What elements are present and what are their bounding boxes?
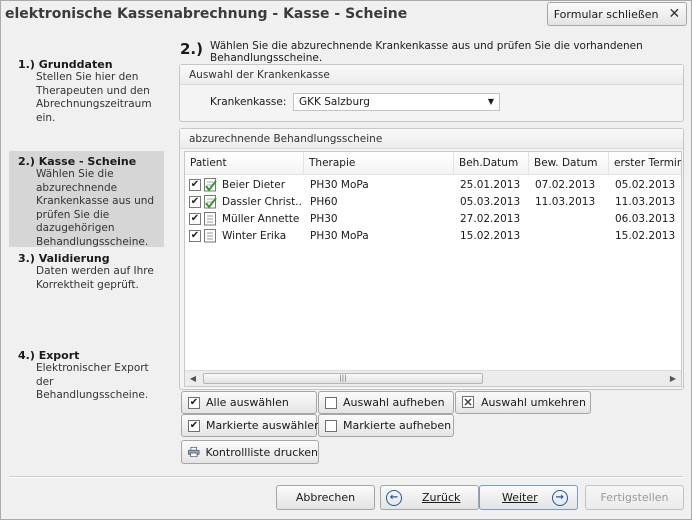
step-title: 2.) Kasse - Scheine — [18, 155, 137, 168]
scroll-left-arrow-icon[interactable]: ◀ — [185, 371, 201, 386]
close-form-label: Formular schließen — [553, 7, 659, 21]
select-marked-label: Markierte auswählen — [206, 419, 321, 432]
close-form-button[interactable]: Formular schließen ✕ — [547, 2, 687, 26]
cell-erster-termin: 05.02.2013 — [615, 179, 676, 191]
next-label: Weiter — [502, 491, 538, 504]
footer-separator — [9, 476, 683, 478]
row-checkbox[interactable]: ✔ — [189, 179, 201, 191]
step-instruction: Wählen Sie die abzurechnende Krankenkass… — [210, 40, 643, 64]
kasse-label: Krankenkasse: — [210, 96, 287, 108]
print-checklist-label: Kontrollliste drucken — [205, 445, 318, 459]
step-desc: Daten werden auf Ihre Korrektheit geprüf… — [36, 265, 154, 291]
current-step-number: 2.) — [180, 40, 203, 58]
kasse-select-value: GKK Salzburg — [299, 96, 370, 108]
printer-icon — [188, 446, 200, 458]
checkbox-checked-icon: ✔ — [188, 396, 200, 409]
column-header-patient[interactable]: Patient — [185, 152, 304, 175]
checkbox-checked-icon: ✔ — [188, 419, 200, 432]
checkbox-empty-icon — [325, 396, 337, 409]
scrollbar-thumb[interactable]: ||| — [203, 373, 483, 384]
select-all-button[interactable]: ✔ Alle auswählen — [181, 391, 317, 414]
kasse-select[interactable]: GKK Salzburg ▼ — [293, 93, 500, 111]
close-icon: ✕ — [668, 6, 681, 22]
scheine-grid: Patient Therapie Beh.Datum Bew. Datum er… — [184, 151, 682, 387]
cell-therapie: PH30 — [310, 213, 338, 225]
approved-document-icon — [204, 195, 217, 209]
cancel-label: Abbrechen — [295, 491, 356, 504]
step-validierung[interactable]: 3.) Validierung Daten werden auf Ihre Ko… — [9, 248, 164, 296]
column-header-erster-termin[interactable]: erster Termin — [609, 152, 681, 175]
finish-label: Fertigstellen — [600, 491, 669, 504]
step-title: 1.) Grunddaten — [18, 58, 113, 71]
step-desc: Elektronischer Export der Behandlungssch… — [36, 362, 149, 401]
invert-selection-icon — [462, 396, 474, 408]
kasse-group-title: Auswahl der Krankenkasse — [180, 65, 683, 85]
table-row[interactable]: ✔ Beier Dieter PH30 MoPa 25.01.2013 07.0… — [185, 177, 681, 194]
cell-patient: Dassler Christ... — [222, 196, 302, 208]
row-checkbox[interactable]: ✔ — [189, 230, 201, 242]
wizard-steps: 1.) Grunddaten Stellen Sie hier den Ther… — [9, 38, 172, 463]
select-marked-button[interactable]: ✔ Markierte auswählen — [181, 414, 321, 437]
table-row[interactable]: ✔ Müller Annette PH30 27.02.2013 06.03.2… — [185, 211, 681, 228]
row-checkbox[interactable]: ✔ — [189, 196, 201, 208]
step-desc: Wählen Sie die abzurechnende Krankenkass… — [36, 168, 155, 248]
print-checklist-button[interactable]: Kontrollliste drucken — [181, 440, 319, 464]
document-icon — [204, 229, 216, 243]
cell-beh-datum: 05.03.2013 — [460, 196, 521, 208]
arrow-right-icon: → — [551, 489, 568, 506]
cell-beh-datum: 27.02.2013 — [460, 213, 521, 225]
cell-erster-termin: 11.03.2013 — [615, 196, 676, 208]
cell-patient: Müller Annette — [222, 213, 300, 225]
cell-therapie: PH30 MoPa — [310, 179, 369, 191]
arrow-left-icon: ← — [386, 489, 402, 506]
cell-therapie: PH30 MoPa — [310, 230, 369, 242]
deselect-label: Auswahl aufheben — [343, 396, 445, 409]
horizontal-scrollbar[interactable]: ◀ ||| ▶ — [185, 370, 681, 386]
cell-beh-datum: 15.02.2013 — [460, 230, 521, 242]
window-title: elektronische Kassenabrechnung - Kasse -… — [5, 6, 408, 22]
cell-therapie: PH60 — [310, 196, 338, 208]
checkbox-empty-icon — [325, 419, 337, 432]
invert-selection-label: Auswahl umkehren — [481, 396, 586, 409]
cell-beh-datum: 25.01.2013 — [460, 179, 521, 191]
step-kasse-scheine[interactable]: 2.) Kasse - Scheine Wählen Sie die abzur… — [9, 151, 164, 248]
row-checkbox[interactable]: ✔ — [189, 213, 201, 225]
scroll-right-arrow-icon[interactable]: ▶ — [665, 371, 681, 386]
deselect-button[interactable]: Auswahl aufheben — [318, 391, 454, 414]
cell-erster-termin: 15.02.2013 — [615, 230, 676, 242]
cell-patient: Winter Erika — [222, 230, 287, 242]
back-button[interactable]: ← Zurück — [380, 485, 479, 510]
unmark-label: Markierte aufheben — [343, 419, 452, 432]
step-grunddaten[interactable]: 1.) Grunddaten Stellen Sie hier den Ther… — [9, 54, 164, 129]
finish-button[interactable]: Fertigstellen — [585, 485, 684, 510]
scheine-group-title: abzurechnende Behandlungsscheine — [180, 129, 683, 149]
column-header-therapie[interactable]: Therapie — [304, 152, 454, 175]
table-row[interactable]: ✔ Dassler Christ... PH60 05.03.2013 11.0… — [185, 194, 681, 211]
cell-erster-termin: 06.03.2013 — [615, 213, 676, 225]
step-desc: Stellen Sie hier den Therapeuten und den… — [36, 71, 152, 124]
document-icon — [204, 212, 216, 226]
chevron-down-icon[interactable]: ▼ — [488, 94, 494, 110]
cell-bew-datum: 11.03.2013 — [535, 196, 596, 208]
cell-bew-datum: 07.02.2013 — [535, 179, 596, 191]
step-title: 3.) Validierung — [18, 252, 110, 265]
next-button[interactable]: Weiter → — [479, 485, 578, 510]
cell-patient: Beier Dieter — [222, 179, 286, 191]
table-row[interactable]: ✔ Winter Erika PH30 MoPa 15.02.2013 15.0… — [185, 228, 681, 245]
column-header-beh-datum[interactable]: Beh.Datum — [454, 152, 529, 175]
back-label: Zurück — [422, 491, 461, 504]
cancel-button[interactable]: Abbrechen — [276, 485, 375, 510]
step-title: 4.) Export — [18, 349, 80, 362]
select-all-label: Alle auswählen — [206, 396, 289, 409]
invert-selection-button[interactable]: Auswahl umkehren — [455, 391, 591, 414]
step-export[interactable]: 4.) Export Elektronischer Export der Beh… — [9, 345, 164, 407]
unmark-button[interactable]: Markierte aufheben — [318, 414, 454, 437]
approved-document-icon — [204, 178, 217, 192]
column-header-bew-datum[interactable]: Bew. Datum — [529, 152, 609, 175]
